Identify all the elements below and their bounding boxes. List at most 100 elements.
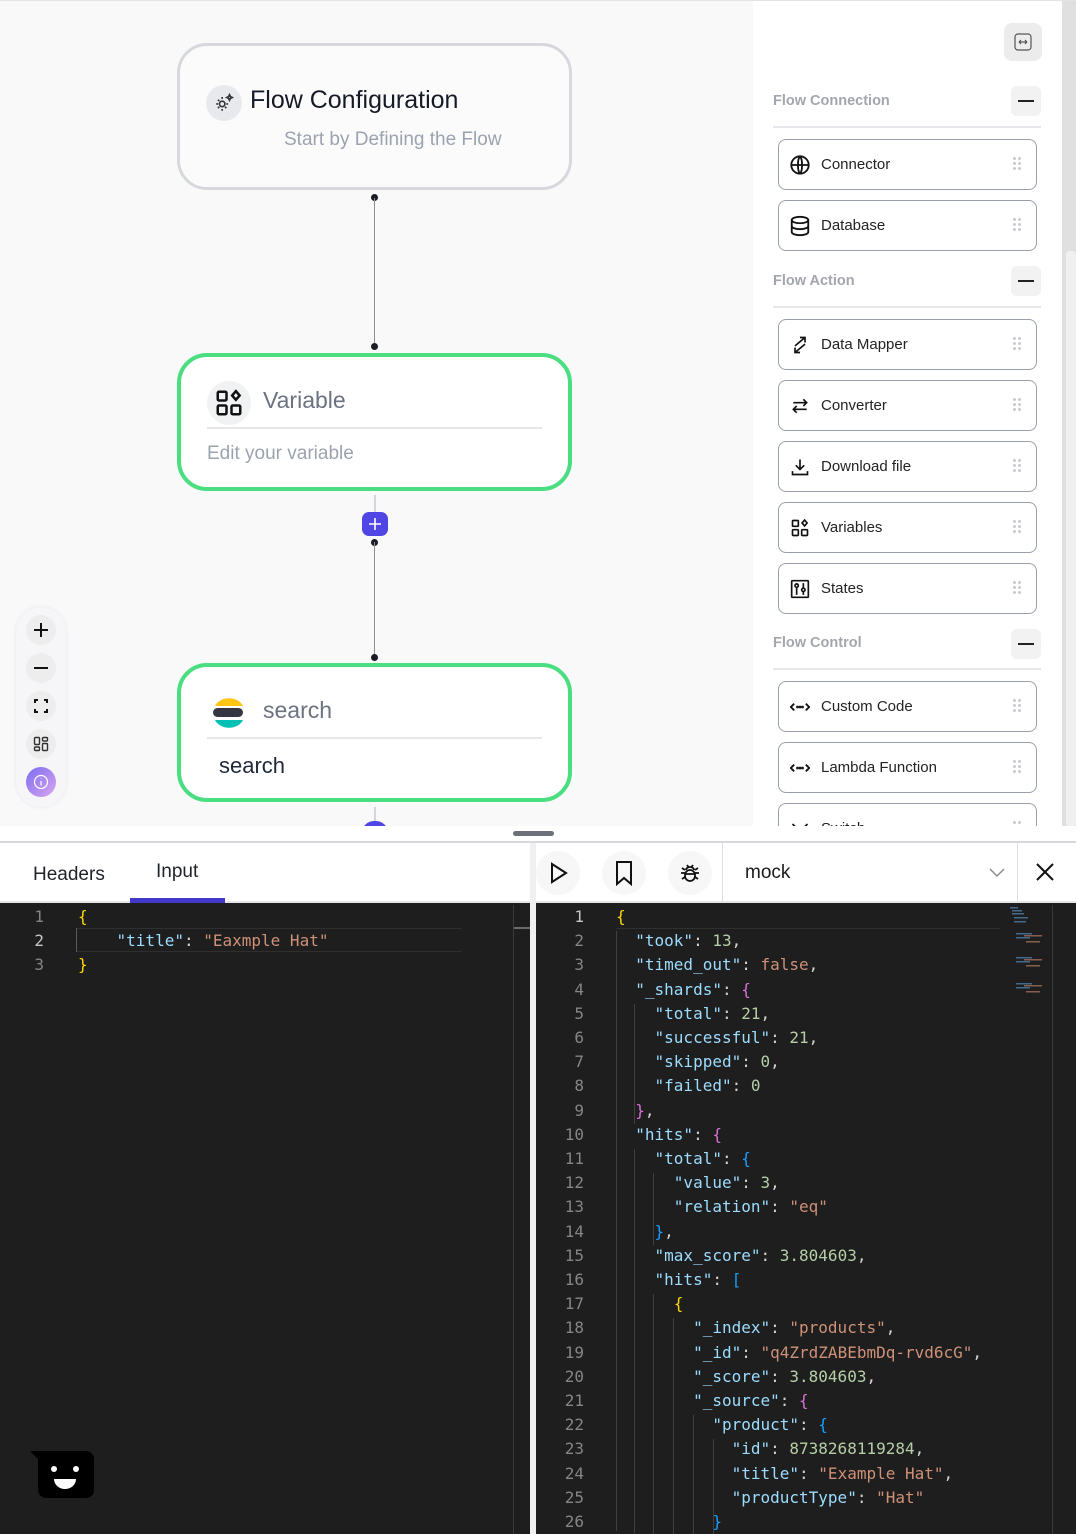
tab-input[interactable]: Input <box>156 861 198 883</box>
code-line: "timed_out": false, <box>635 955 819 975</box>
code-line: "successful": 21, <box>654 1028 819 1047</box>
line-number: 8 <box>574 1076 584 1096</box>
palette-item-connector[interactable]: Connector <box>778 139 1037 190</box>
collapse-flow-connection-button[interactable] <box>1011 86 1041 116</box>
palette-item-variables[interactable]: Variables <box>778 502 1037 553</box>
expand-panel-button[interactable] <box>1004 23 1042 61</box>
environment-select[interactable]: mock <box>722 843 1018 903</box>
line-number: 16 <box>564 1270 584 1289</box>
node-subtitle: Start by Defining the Flow <box>284 129 502 150</box>
palette-item-label: States <box>821 580 864 597</box>
search-node[interactable]: search search <box>177 663 572 802</box>
fit-view-button[interactable] <box>26 691 56 721</box>
layout-button[interactable] <box>26 729 56 759</box>
line-number: 22 <box>564 1415 584 1435</box>
palette-item-label: Database <box>821 217 886 234</box>
editor-scrollbar[interactable] <box>1052 905 1053 1534</box>
drag-handle-icon[interactable] <box>1013 459 1021 475</box>
line-number: 6 <box>574 1028 584 1047</box>
edge-handle[interactable] <box>371 343 378 350</box>
palette-item-download-file[interactable]: Download file <box>778 441 1037 492</box>
response-code-editor[interactable]: 1 {2 "took": 13, 3 "timed_out": false, 4 "_… <box>536 905 1076 1534</box>
editor-minimap[interactable] <box>1008 905 1052 1015</box>
variables-icon <box>789 517 811 539</box>
chat-widget-button[interactable] <box>30 1451 94 1498</box>
drag-handle-icon[interactable] <box>1013 699 1021 715</box>
variables-icon <box>207 381 251 425</box>
line-number: 14 <box>564 1221 584 1241</box>
code-line: "_shards": { <box>635 979 751 999</box>
drag-handle-icon[interactable] <box>1013 760 1021 776</box>
info-icon <box>33 774 49 790</box>
line-number: 17 <box>564 1294 584 1314</box>
palette-item-lambda-function[interactable]: Lambda Function <box>778 742 1037 793</box>
tab-headers[interactable]: Headers <box>33 864 105 886</box>
code-line: "skipped": 0, <box>654 1052 780 1072</box>
fullscreen-icon <box>34 699 48 713</box>
edge-handle[interactable] <box>371 654 378 661</box>
info-button[interactable] <box>26 767 56 797</box>
layout-icon <box>33 736 49 752</box>
drag-handle[interactable] <box>513 831 554 836</box>
environment-value: mock <box>745 862 791 883</box>
drag-handle-icon[interactable] <box>1013 337 1021 353</box>
zoom-controls <box>16 607 66 807</box>
drag-handle-icon[interactable] <box>1013 520 1021 536</box>
line-number: 15 <box>564 1245 584 1265</box>
database-icon <box>789 215 811 237</box>
drag-handle-icon[interactable] <box>1013 218 1021 234</box>
collapse-flow-action-button[interactable] <box>1011 266 1041 296</box>
line-number: 3 <box>34 955 44 975</box>
close-icon <box>1036 863 1054 881</box>
collapse-flow-control-button[interactable] <box>1011 629 1041 659</box>
indent-guide <box>616 931 617 1532</box>
palette-item-label: Converter <box>821 397 887 414</box>
line-number: 21 <box>564 1391 584 1410</box>
debug-button[interactable] <box>668 851 712 895</box>
node-body: Edit your variable <box>207 443 354 464</box>
save-button[interactable] <box>602 851 646 895</box>
panel-scrollbar[interactable] <box>1062 1 1076 826</box>
line-number: 25 <box>564 1487 584 1507</box>
palette-item-data-mapper[interactable]: Data Mapper <box>778 319 1037 370</box>
palette-item-switch[interactable]: Switch <box>778 803 1037 826</box>
minus-icon <box>1018 643 1034 645</box>
drag-handle-icon[interactable] <box>1013 157 1021 173</box>
code-line: "relation": "eq" <box>673 1197 828 1217</box>
response-pane: mock 1 {2 "took": 13, 3 "timed_out": false… <box>536 843 1076 1534</box>
resize-splitter[interactable] <box>0 826 1076 843</box>
palette-item-converter[interactable]: Converter <box>778 380 1037 431</box>
drag-handle-icon[interactable] <box>1013 398 1021 414</box>
section-title-flow-action: Flow Action <box>773 273 855 289</box>
palette-item-label: Connector <box>821 156 891 173</box>
palette-item-label: Variables <box>821 519 883 536</box>
run-button[interactable] <box>536 851 580 895</box>
code-line: }, <box>635 1100 655 1120</box>
code-icon <box>789 757 811 779</box>
drag-handle-icon[interactable] <box>1013 581 1021 597</box>
add-node-button[interactable] <box>362 512 388 536</box>
palette-item-label: Custom Code <box>821 698 913 715</box>
line-number: 2 <box>574 931 584 951</box>
zoom-in-button[interactable] <box>26 615 56 645</box>
input-code-editor[interactable]: 1 {2 "title": "Eaxmple Hat" 3} <box>0 905 530 1534</box>
divider <box>773 668 1041 670</box>
line-number: 26 <box>564 1512 584 1531</box>
zoom-out-button[interactable] <box>26 653 56 683</box>
line-number: 2 <box>34 931 44 951</box>
code-line: } <box>712 1512 722 1531</box>
line-number: 13 <box>564 1197 584 1217</box>
palette-item-custom-code[interactable]: Custom Code <box>778 681 1037 732</box>
line-number: 18 <box>564 1318 584 1338</box>
flow-configuration-node[interactable]: Flow Configuration Start by Defining the… <box>177 43 572 190</box>
palette-item-states[interactable]: States <box>778 563 1037 614</box>
close-button[interactable] <box>1030 857 1060 887</box>
indent-guide <box>634 1149 635 1533</box>
arrows-swap-icon <box>789 395 811 417</box>
flow-canvas[interactable]: Flow Configuration Start by Defining the… <box>0 0 753 826</box>
variable-node[interactable]: Variable Edit your variable <box>177 353 572 491</box>
indent-guide <box>673 1318 674 1534</box>
palette-item-database[interactable]: Database <box>778 200 1037 251</box>
plus-icon <box>34 623 48 637</box>
code-line: "title": "Example Hat", <box>731 1463 954 1483</box>
